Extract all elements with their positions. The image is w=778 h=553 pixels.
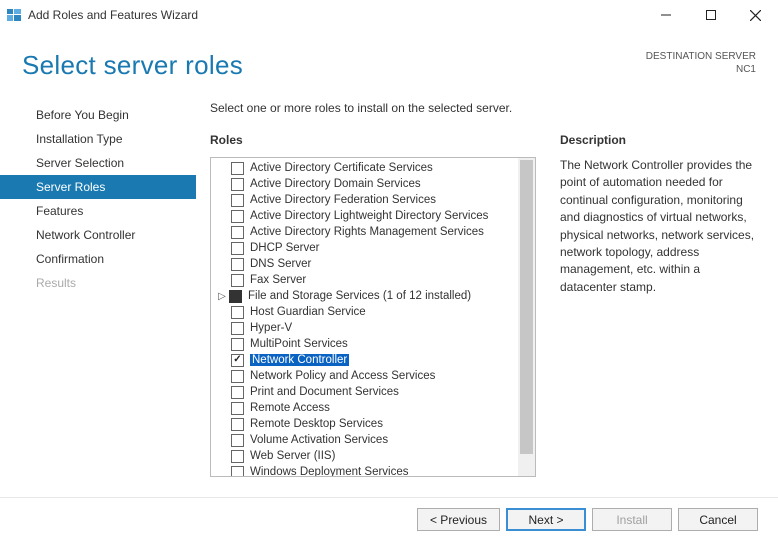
role-row[interactable]: Network Policy and Access Services <box>211 368 518 384</box>
minimize-button[interactable] <box>643 0 688 30</box>
role-checkbox[interactable] <box>231 354 244 367</box>
nav-item-results: Results <box>0 271 196 295</box>
role-row[interactable]: MultiPoint Services <box>211 336 518 352</box>
role-label: Windows Deployment Services <box>250 466 409 476</box>
destination-info: DESTINATION SERVER NC1 <box>646 50 756 76</box>
role-checkbox[interactable] <box>231 178 244 191</box>
role-label: Fax Server <box>250 274 306 286</box>
role-row[interactable]: Volume Activation Services <box>211 432 518 448</box>
scrollbar-thumb[interactable] <box>520 160 533 454</box>
nav-item-server-selection[interactable]: Server Selection <box>0 151 196 175</box>
role-checkbox[interactable] <box>231 450 244 463</box>
role-checkbox[interactable] <box>231 226 244 239</box>
role-label: Remote Desktop Services <box>250 418 383 430</box>
role-label: DHCP Server <box>250 242 319 254</box>
previous-button[interactable]: < Previous <box>417 508 500 531</box>
role-checkbox[interactable] <box>231 418 244 431</box>
cancel-button[interactable]: Cancel <box>678 508 758 531</box>
role-row[interactable]: Active Directory Certificate Services <box>211 160 518 176</box>
role-label: Active Directory Lightweight Directory S… <box>250 210 488 222</box>
nav-item-before-you-begin[interactable]: Before You Begin <box>0 103 196 127</box>
role-checkbox[interactable] <box>231 434 244 447</box>
role-row[interactable]: Host Guardian Service <box>211 304 518 320</box>
close-button[interactable] <box>733 0 778 30</box>
wizard-nav: Before You BeginInstallation TypeServer … <box>0 97 196 495</box>
role-label: Hyper-V <box>250 322 292 334</box>
maximize-button[interactable] <box>688 0 733 30</box>
role-label: MultiPoint Services <box>250 338 348 350</box>
role-row[interactable]: ▷ File and Storage Services (1 of 12 inst… <box>211 288 518 304</box>
install-button[interactable]: Install <box>592 508 672 531</box>
role-label: Remote Access <box>250 402 330 414</box>
destination-label: DESTINATION SERVER <box>646 50 756 63</box>
role-label: DNS Server <box>250 258 311 270</box>
role-checkbox[interactable] <box>231 194 244 207</box>
role-label: Active Directory Rights Management Servi… <box>250 226 484 238</box>
nav-item-features[interactable]: Features <box>0 199 196 223</box>
description-text: The Network Controller provides the poin… <box>560 157 758 296</box>
scrollbar[interactable] <box>518 158 535 476</box>
role-row[interactable]: Active Directory Lightweight Directory S… <box>211 208 518 224</box>
roles-listbox[interactable]: Active Directory Certificate Services Act… <box>210 157 536 477</box>
role-label: Network Policy and Access Services <box>250 370 435 382</box>
role-checkbox[interactable] <box>231 370 244 383</box>
role-checkbox[interactable] <box>231 402 244 415</box>
role-row[interactable]: Active Directory Domain Services <box>211 176 518 192</box>
role-label: File and Storage Services (1 of 12 insta… <box>248 290 471 302</box>
role-label: Volume Activation Services <box>250 434 388 446</box>
role-row[interactable]: Windows Deployment Services <box>211 464 518 476</box>
role-checkbox[interactable] <box>231 322 244 335</box>
role-checkbox[interactable] <box>229 290 242 303</box>
role-row[interactable]: Remote Desktop Services <box>211 416 518 432</box>
role-row[interactable]: DHCP Server <box>211 240 518 256</box>
role-row[interactable]: Web Server (IIS) <box>211 448 518 464</box>
role-row[interactable]: Network Controller <box>211 352 518 368</box>
role-checkbox[interactable] <box>231 162 244 175</box>
role-label: Web Server (IIS) <box>250 450 335 462</box>
role-checkbox[interactable] <box>231 338 244 351</box>
role-row[interactable]: Active Directory Rights Management Servi… <box>211 224 518 240</box>
titlebar: Add Roles and Features Wizard <box>0 0 778 30</box>
role-checkbox[interactable] <box>231 274 244 287</box>
role-label: Network Controller <box>250 354 349 366</box>
role-row[interactable]: Remote Access <box>211 400 518 416</box>
role-label: Host Guardian Service <box>250 306 366 318</box>
role-row[interactable]: Active Directory Federation Services <box>211 192 518 208</box>
destination-value: NC1 <box>646 63 756 76</box>
wizard-footer: < Previous Next > Install Cancel <box>0 497 778 531</box>
role-checkbox[interactable] <box>231 386 244 399</box>
roles-header: Roles <box>210 133 536 147</box>
description-header: Description <box>560 133 758 147</box>
expand-icon[interactable]: ▷ <box>217 291 227 302</box>
nav-item-server-roles[interactable]: Server Roles <box>0 175 196 199</box>
window-title: Add Roles and Features Wizard <box>28 8 198 22</box>
role-row[interactable]: Fax Server <box>211 272 518 288</box>
next-button[interactable]: Next > <box>506 508 586 531</box>
nav-item-confirmation[interactable]: Confirmation <box>0 247 196 271</box>
role-checkbox[interactable] <box>231 306 244 319</box>
role-checkbox[interactable] <box>231 258 244 271</box>
role-checkbox[interactable] <box>231 242 244 255</box>
page-header: Select server roles DESTINATION SERVER N… <box>0 30 778 97</box>
role-label: Active Directory Federation Services <box>250 194 436 206</box>
role-row[interactable]: Print and Document Services <box>211 384 518 400</box>
role-row[interactable]: DNS Server <box>211 256 518 272</box>
role-checkbox[interactable] <box>231 210 244 223</box>
app-icon <box>6 7 22 23</box>
role-label: Active Directory Certificate Services <box>250 162 433 174</box>
role-label: Print and Document Services <box>250 386 399 398</box>
nav-item-network-controller[interactable]: Network Controller <box>0 223 196 247</box>
role-checkbox[interactable] <box>231 466 244 477</box>
page-title: Select server roles <box>22 50 243 81</box>
role-label: Active Directory Domain Services <box>250 178 421 190</box>
nav-item-installation-type[interactable]: Installation Type <box>0 127 196 151</box>
role-row[interactable]: Hyper-V <box>211 320 518 336</box>
instruction-text: Select one or more roles to install on t… <box>210 101 758 115</box>
